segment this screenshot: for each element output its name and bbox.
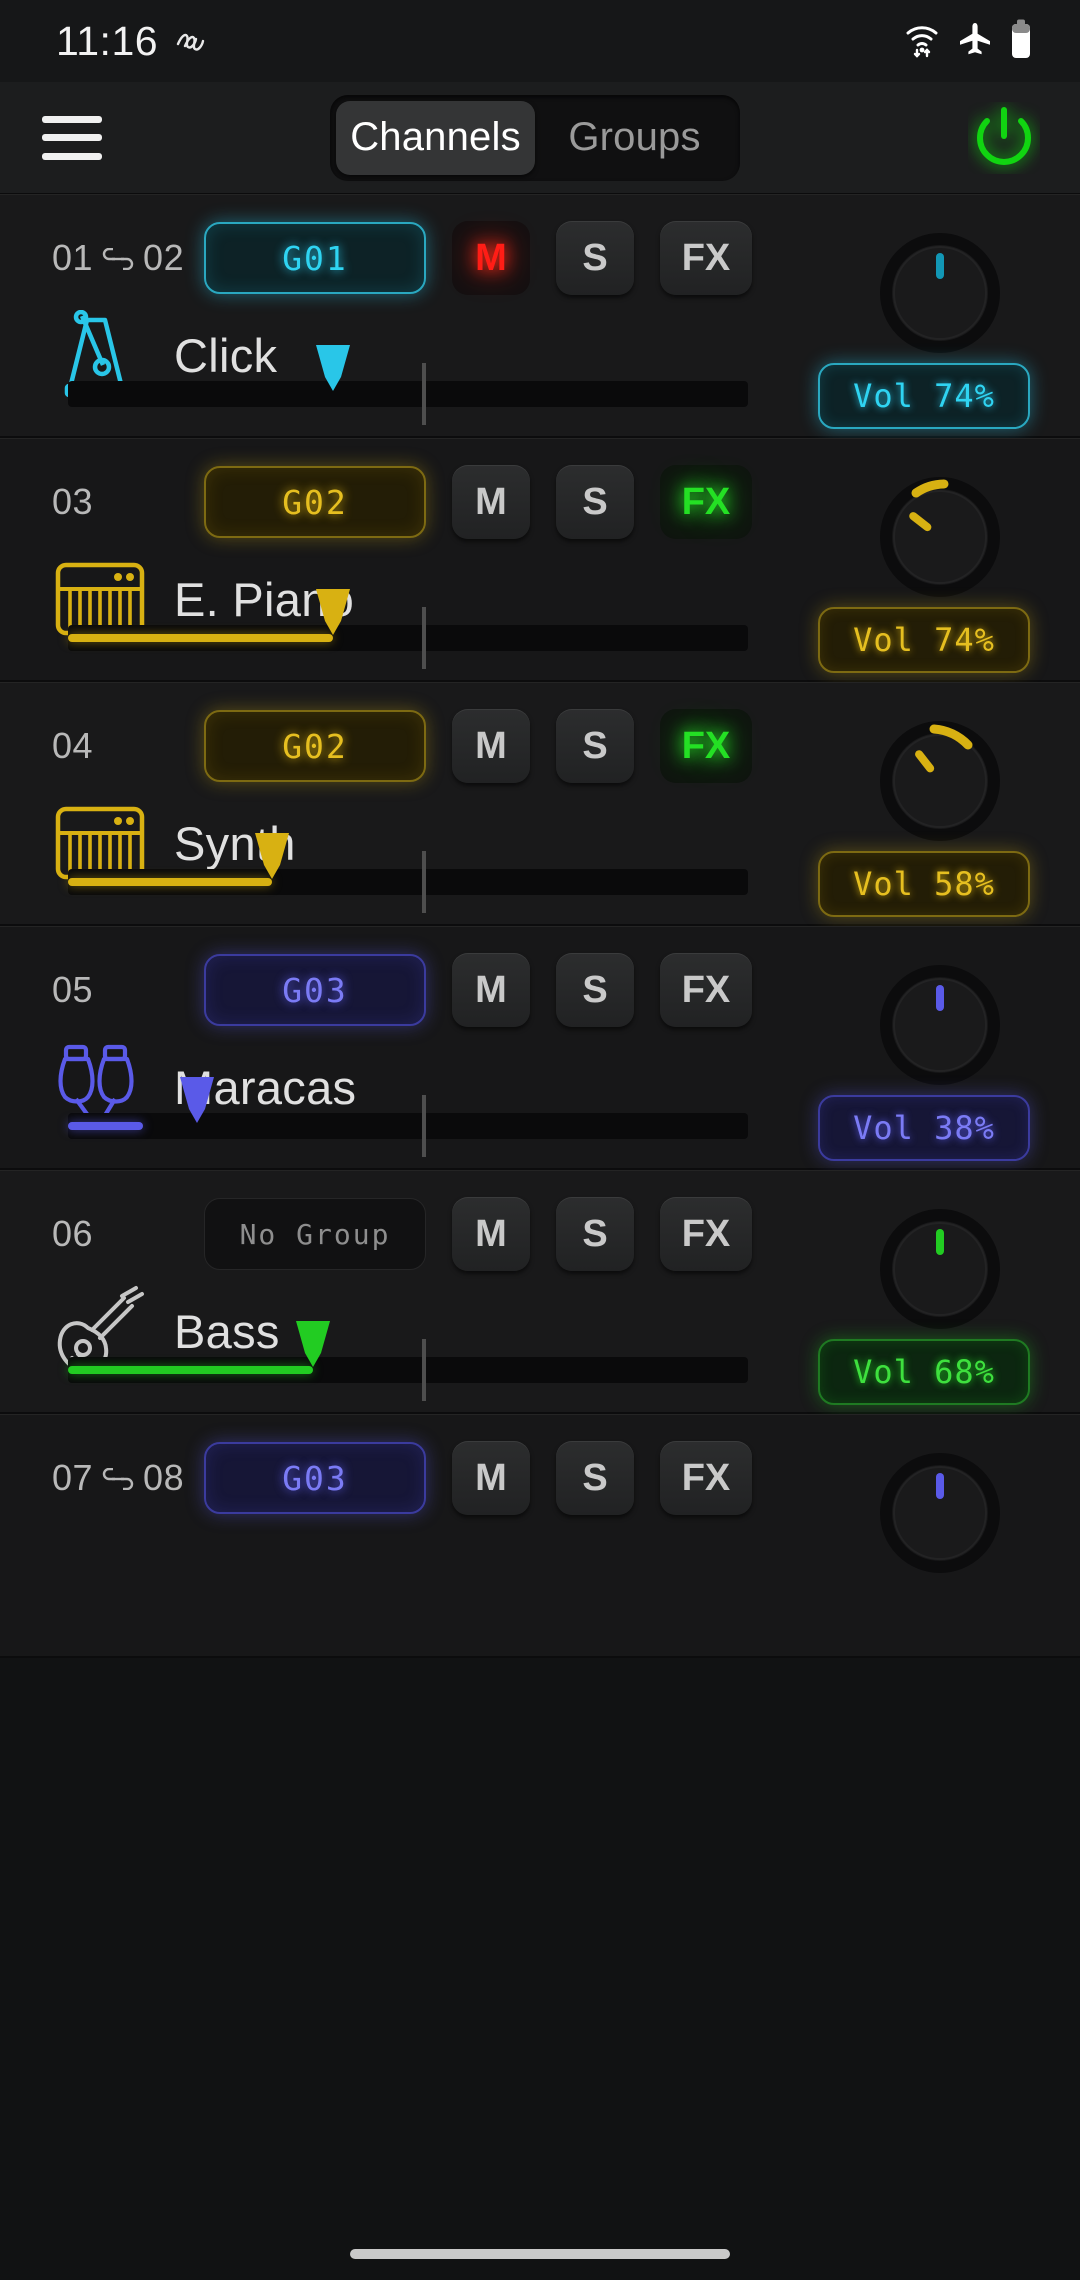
solo-button[interactable]: S (556, 1197, 634, 1271)
link-icon (101, 1457, 135, 1499)
view-mode-tabs: Channels Groups (330, 94, 740, 181)
group-badge[interactable]: G01 (204, 222, 426, 294)
tab-groups[interactable]: Groups (535, 101, 734, 175)
volume-badge[interactable]: Vol 74% (818, 363, 1030, 429)
mute-button[interactable]: M (452, 465, 530, 539)
volume-fader[interactable] (68, 345, 748, 425)
fader-handle[interactable] (177, 1077, 217, 1123)
group-badge[interactable]: G02 (204, 466, 426, 538)
fx-button[interactable]: FX (660, 465, 752, 539)
pan-knob[interactable] (872, 713, 1008, 849)
fx-button[interactable]: FX (660, 1197, 752, 1271)
fader-center-detent (421, 1095, 426, 1157)
volume-badge[interactable]: Vol 68% (818, 1339, 1030, 1405)
channel-number: 01 02 (52, 237, 202, 279)
solo-button[interactable]: S (556, 1441, 634, 1515)
mute-button[interactable]: M (452, 1441, 530, 1515)
channel-number-primary: 01 (52, 237, 94, 278)
channel-number: 05 (52, 969, 202, 1011)
volume-badge[interactable]: Vol 38% (818, 1095, 1030, 1161)
status-bar-left: 11:16 (56, 18, 208, 65)
channel-number-primary: 06 (52, 1213, 94, 1254)
pan-knob[interactable] (872, 1445, 1008, 1581)
fx-button[interactable]: FX (660, 221, 752, 295)
fader-center-detent (421, 607, 426, 669)
group-badge[interactable]: G02 (204, 710, 426, 782)
app-root: 11:16 Channels Groups 01 02 G01 M S FX C… (0, 0, 1080, 2280)
channel-row[interactable]: 07 08 G03 M S FX (0, 1414, 1080, 1658)
channel-number: 04 (52, 725, 202, 767)
fader-track (68, 381, 748, 407)
volume-fader[interactable] (68, 833, 748, 913)
channel-row[interactable]: 01 02 G01 M S FX Click Vol 74% (0, 194, 1080, 438)
channel-row[interactable]: 04 G02 M S FX Synth Vol 58% (0, 682, 1080, 926)
fader-fill (68, 634, 334, 642)
volume-badge[interactable]: Vol 74% (818, 607, 1030, 673)
wifi-icon (902, 19, 942, 64)
channel-row[interactable]: 03 G02 M S FX E. Piano Vol 74% (0, 438, 1080, 682)
airplane-mode-icon (956, 20, 994, 63)
channel-number-primary: 04 (52, 725, 94, 766)
sleep-mode-icon (174, 26, 208, 57)
fader-track (68, 1113, 748, 1139)
group-badge[interactable]: No Group (204, 1198, 426, 1270)
battery-icon (1008, 18, 1034, 65)
channel-number: 07 08 (52, 1457, 202, 1499)
volume-badge[interactable]: Vol 58% (818, 851, 1030, 917)
mute-button[interactable]: M (452, 953, 530, 1027)
mute-button[interactable]: M (452, 221, 530, 295)
pan-knob[interactable] (872, 957, 1008, 1093)
status-bar: 11:16 (0, 0, 1080, 82)
solo-button[interactable]: S (556, 953, 634, 1027)
volume-fader[interactable] (68, 1321, 748, 1401)
channel-name: Click (174, 328, 278, 382)
power-icon[interactable] (968, 102, 1040, 174)
fader-center-detent (421, 1339, 426, 1401)
status-bar-right (902, 18, 1034, 65)
fx-button[interactable]: FX (660, 1441, 752, 1515)
pan-knob[interactable] (872, 1201, 1008, 1337)
fader-handle[interactable] (252, 833, 292, 879)
fader-fill (68, 878, 272, 886)
app-header: Channels Groups (0, 82, 1080, 194)
channel-list[interactable]: 01 02 G01 M S FX Click Vol 74% 03 G02 M … (0, 194, 1080, 2228)
channel-number-secondary: 08 (143, 1457, 185, 1498)
fader-fill (68, 1122, 143, 1130)
system-nav-bar (0, 2228, 1080, 2280)
channel-number: 06 (52, 1213, 202, 1255)
solo-button[interactable]: S (556, 465, 634, 539)
solo-button[interactable]: S (556, 221, 634, 295)
channel-number-primary: 07 (52, 1457, 94, 1498)
fader-center-detent (421, 851, 426, 913)
channel-number-primary: 03 (52, 481, 94, 522)
volume-fader[interactable] (68, 589, 748, 669)
hamburger-menu-icon[interactable] (42, 115, 102, 160)
fader-center-detent (421, 363, 426, 425)
home-indicator[interactable] (350, 2249, 730, 2259)
link-icon (101, 237, 135, 279)
pan-knob[interactable] (872, 225, 1008, 361)
group-badge[interactable]: G03 (204, 1442, 426, 1514)
solo-button[interactable]: S (556, 709, 634, 783)
channel-number: 03 (52, 481, 202, 523)
status-bar-clock: 11:16 (56, 17, 159, 64)
fader-handle[interactable] (293, 1321, 333, 1367)
pan-knob[interactable] (872, 469, 1008, 605)
channel-number-secondary: 02 (143, 237, 185, 278)
group-badge[interactable]: G03 (204, 954, 426, 1026)
mute-button[interactable]: M (452, 709, 530, 783)
fader-handle[interactable] (313, 589, 353, 635)
mute-button[interactable]: M (452, 1197, 530, 1271)
volume-fader[interactable] (68, 1077, 748, 1157)
fx-button[interactable]: FX (660, 709, 752, 783)
channel-row[interactable]: 05 G03 M S FX Maracas Vol 38% (0, 926, 1080, 1170)
channel-number-primary: 05 (52, 969, 94, 1010)
fader-fill (68, 1366, 313, 1374)
fx-button[interactable]: FX (660, 953, 752, 1027)
channel-name: Bass (174, 1304, 280, 1358)
fader-handle[interactable] (313, 345, 353, 391)
tab-channels[interactable]: Channels (336, 100, 535, 175)
channel-row[interactable]: 06 No Group M S FX Bass Vol 68% (0, 1170, 1080, 1414)
